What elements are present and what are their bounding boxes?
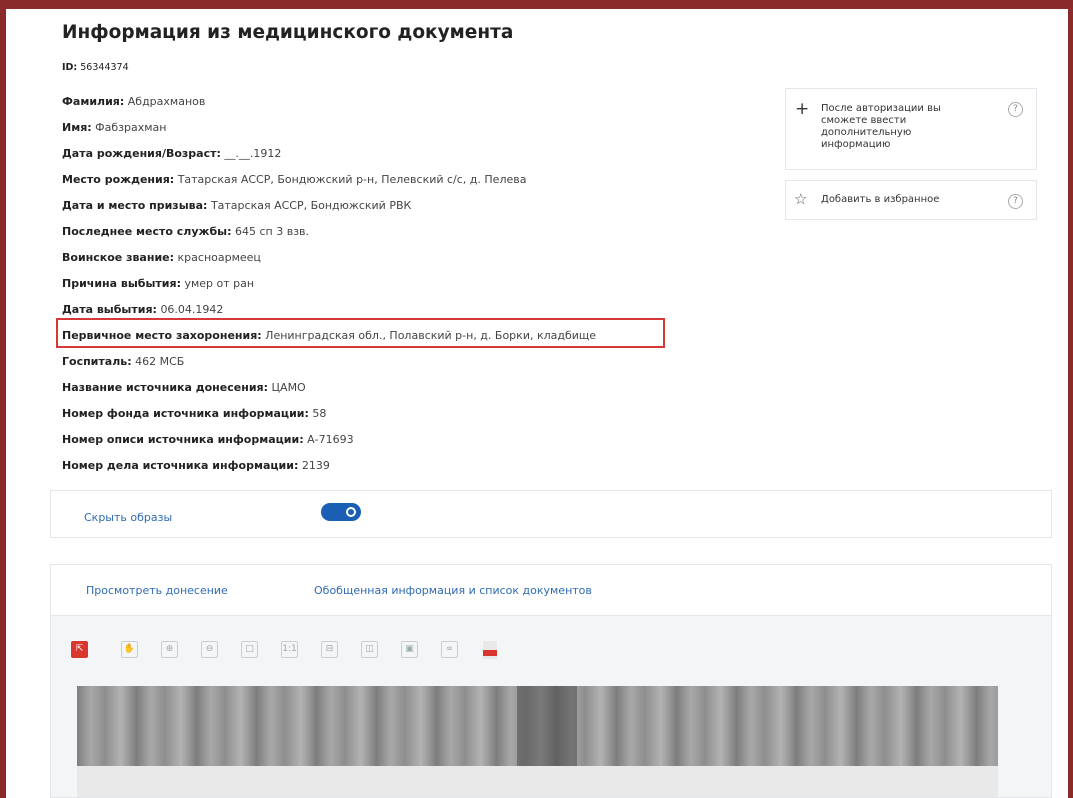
field-label: Место рождения:	[62, 173, 175, 186]
plus-icon: +	[795, 99, 810, 119]
field-value: __.__.1912	[224, 147, 282, 160]
window-right-border	[1068, 0, 1073, 798]
field-label: Дата выбытия:	[62, 303, 157, 316]
auth-note-card[interactable]: + После авторизации вы сможете ввести до…	[785, 88, 1037, 170]
field-value: красноармеец	[177, 251, 261, 264]
help-icon[interactable]: ?	[1008, 194, 1023, 209]
viewer-tabs: Просмотреть донесение Обобщенная информа…	[51, 565, 1051, 616]
document-body-strip	[77, 766, 998, 797]
document-id-label: ID:	[62, 62, 78, 73]
field-label: Имя:	[62, 121, 92, 134]
field-row: Дата выбытия: 06.04.1942	[62, 303, 223, 316]
field-value: Татарская АССР, Бондюжский РВК	[210, 199, 412, 212]
pdf-file-shape	[483, 641, 497, 659]
field-label: Воинское звание:	[62, 251, 175, 264]
field-row: Фамилия: Абдрахманов	[62, 95, 205, 108]
field-row: Дата и место призыва: Татарская АССР, Бо…	[62, 199, 411, 212]
zoom-out-icon[interactable]: ⊖	[201, 641, 218, 658]
actual-size-icon[interactable]: 1:1	[281, 641, 298, 658]
field-value: А-71693	[307, 433, 354, 446]
field-label: Фамилия:	[62, 95, 125, 108]
field-row: Номер фонда источника информации: 58	[62, 407, 326, 420]
field-label: Номер описи источника информации:	[62, 433, 304, 446]
field-row: Дата рождения/Возраст: __.__.1912	[62, 147, 281, 160]
document-tear-shadow	[517, 686, 577, 766]
auth-note-text: После авторизации вы сможете ввести допо…	[821, 103, 941, 150]
help-icon[interactable]: ?	[1008, 102, 1023, 117]
hide-images-label[interactable]: Скрыть образы	[84, 511, 172, 524]
field-row: Воинское звание: красноармеец	[62, 251, 261, 264]
field-row: Название источника донесения: ЦАМО	[62, 381, 306, 394]
field-value: Абдрахманов	[127, 95, 206, 108]
field-value: 06.04.1942	[160, 303, 224, 316]
field-label: Причина выбытия:	[62, 277, 181, 290]
document-id-value: 56344374	[80, 62, 129, 73]
field-label: Название источника донесения:	[62, 381, 268, 394]
pointer-icon[interactable]: ⇱	[71, 641, 88, 658]
tab-view-report[interactable]: Просмотреть донесение	[86, 584, 228, 597]
scanned-document-image[interactable]	[77, 686, 998, 797]
field-value: 462 МСБ	[135, 355, 185, 368]
save-icon[interactable]: ▣	[401, 641, 418, 658]
tab-summary-documents[interactable]: Обобщенная информация и список документо…	[314, 584, 592, 597]
window-left-border	[0, 0, 6, 798]
fit-page-icon[interactable]: □	[241, 641, 258, 658]
toggle-knob	[346, 507, 356, 517]
field-row: Причина выбытия: умер от ран	[62, 277, 254, 290]
add-to-favorites-card[interactable]: ☆ Добавить в избранное ?	[785, 180, 1037, 220]
field-value: 58	[312, 407, 327, 420]
burial-place-highlight	[56, 318, 665, 348]
document-id: ID: 56344374	[62, 62, 129, 73]
images-toggle-panel: Скрыть образы	[50, 490, 1052, 538]
field-row: Номер описи источника информации: А-7169…	[62, 433, 354, 446]
field-label: Дата и место призыва:	[62, 199, 208, 212]
star-icon: ☆	[794, 190, 808, 208]
field-value: ЦАМО	[271, 381, 306, 394]
field-value: Фабзрахман	[95, 121, 167, 134]
field-label: Последнее место службы:	[62, 225, 232, 238]
window-top-border	[0, 0, 1073, 9]
document-viewer: Просмотреть донесение Обобщенная информа…	[50, 564, 1052, 798]
hand-icon[interactable]: ✋	[121, 641, 138, 658]
field-row: Имя: Фабзрахман	[62, 121, 166, 134]
field-row: Госпиталь: 462 МСБ	[62, 355, 184, 368]
field-row: Номер дела источника информации: 2139	[62, 459, 330, 472]
field-value: 645 сп 3 взв.	[235, 225, 310, 238]
field-row: Последнее место службы: 645 сп 3 взв.	[62, 225, 309, 238]
add-to-favorites-label[interactable]: Добавить в избранное	[821, 194, 981, 206]
fit-width-icon[interactable]: ⊟	[321, 641, 338, 658]
fit-height-icon[interactable]: ◫	[361, 641, 378, 658]
pdf-icon[interactable]	[481, 641, 498, 659]
field-value: Татарская АССР, Бондюжский р-н, Пелевски…	[177, 173, 527, 186]
field-row: Место рождения: Татарская АССР, Бондюжск…	[62, 173, 526, 186]
zoom-in-icon[interactable]: ⊕	[161, 641, 178, 658]
field-value: умер от ран	[184, 277, 255, 290]
link-icon[interactable]: ∞	[441, 641, 458, 658]
hide-images-toggle[interactable]	[321, 503, 361, 521]
field-value: 2139	[301, 459, 330, 472]
pdf-band	[483, 650, 497, 656]
field-label: Госпиталь:	[62, 355, 132, 368]
field-label: Дата рождения/Возраст:	[62, 147, 221, 160]
field-label: Номер дела источника информации:	[62, 459, 299, 472]
page-title: Информация из медицинского документа	[62, 22, 514, 43]
field-label: Номер фонда источника информации:	[62, 407, 309, 420]
